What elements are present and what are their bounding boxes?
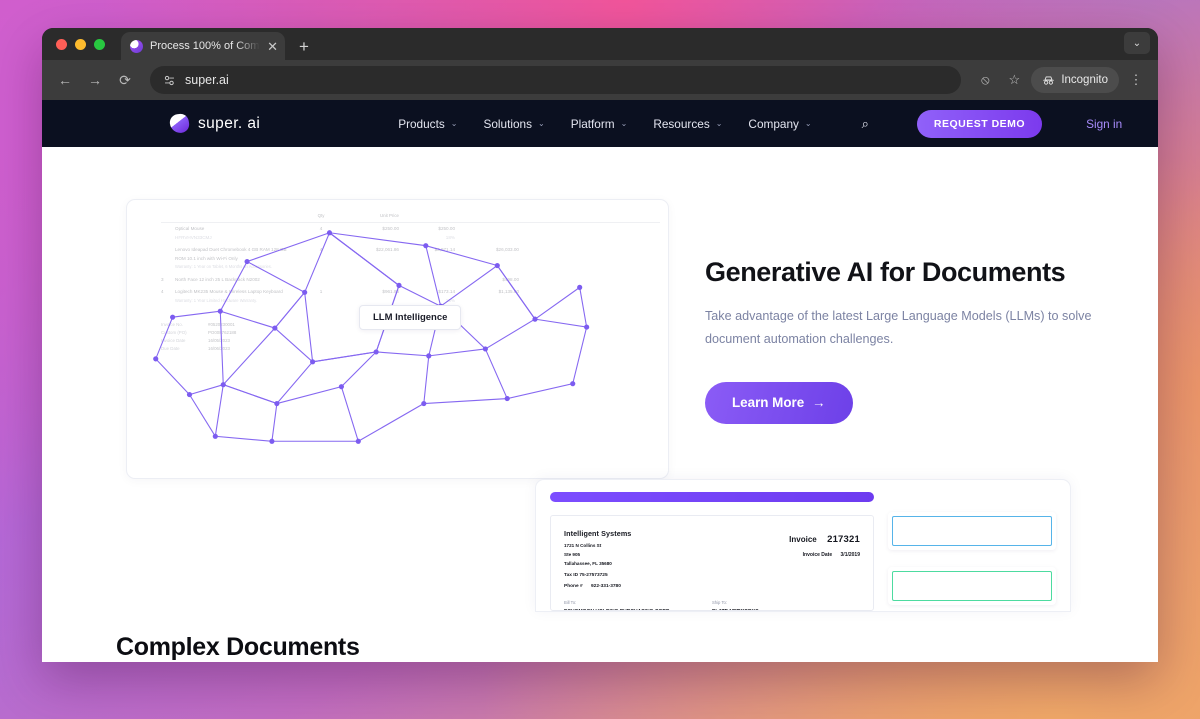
nav-item-resources[interactable]: Resources ⌄ xyxy=(653,117,722,131)
bill-to-body: ECHOMOON HOLDING PURCHASING CORP ATTN : … xyxy=(564,608,712,610)
nav-item-company[interactable]: Company ⌄ xyxy=(748,117,811,131)
browser-tab[interactable]: Process 100% of Complex Do ✕ xyxy=(121,32,285,60)
invoice-preview: Intelligent Systems 1721 N Collins St St… xyxy=(550,492,874,611)
invoice-address-3: Tallahassee, FL 35680 xyxy=(564,561,612,567)
tab-strip: Process 100% of Complex Do ✕ + ⌄ xyxy=(42,28,1158,60)
ship-to-body: PLATE NETWORKS ANDY GARCIA 1133 JOE BATT… xyxy=(712,608,860,610)
page-title: Generative AI for Documents xyxy=(705,257,1066,287)
invoice-date-value: 3/1/2019 xyxy=(840,552,860,559)
document-preview-panel: Intelligent Systems 1721 N Collins St St… xyxy=(535,479,1071,612)
phone-value: 922-331-3780 xyxy=(591,584,621,590)
invoice-address-2: Ste 905 xyxy=(564,551,581,557)
maximize-window-button[interactable] xyxy=(94,38,105,50)
site-navigation-bar: super. ai Products ⌄ Solutions ⌄ Platfor… xyxy=(42,100,1158,147)
panel-progress-bar xyxy=(550,492,874,502)
arrow-right-icon: → xyxy=(812,395,826,411)
nav-item-products[interactable]: Products ⌄ xyxy=(398,117,457,131)
super-ai-favicon xyxy=(130,39,143,53)
chevron-down-icon: ⌄ xyxy=(450,119,458,128)
nav-label: Resources xyxy=(653,116,710,131)
invoice-meta: Invoice 217321 Invoice Date 3/1/2019 xyxy=(789,528,860,591)
ship-to-line: PLATE NETWORKS xyxy=(712,608,860,610)
chevron-down-icon[interactable]: ⌄ xyxy=(1124,32,1150,54)
browser-menu-icon[interactable]: ⋮ xyxy=(1124,68,1148,92)
tab-title: Process 100% of Complex Do xyxy=(150,40,260,52)
close-tab-icon[interactable]: ✕ xyxy=(267,40,278,53)
hero-section: Qty Unit Price Optical Mouse HFRVHVN33CM… xyxy=(42,147,1158,479)
invoice-sender: Intelligent Systems 1721 N Collins St St… xyxy=(564,528,631,591)
site-logo[interactable]: super. ai xyxy=(168,112,261,135)
minimize-window-button[interactable] xyxy=(75,38,86,50)
back-button[interactable]: ← xyxy=(52,67,78,93)
chevron-down-icon: ⌄ xyxy=(804,119,812,128)
ship-to-label: Ship To: xyxy=(712,599,728,605)
nav-links: Products ⌄ Solutions ⌄ Platform ⌄ Resour… xyxy=(398,109,1122,138)
ship-to-block: Ship To: PLATE NETWORKS ANDY GARCIA 1133… xyxy=(712,599,860,610)
invoice-address-1: 1721 N Collins St xyxy=(564,542,602,548)
reload-button[interactable]: ⟳ xyxy=(112,67,138,93)
invoice-number-row: Invoice 217321 xyxy=(789,532,860,547)
bill-to-line: ECHOMOON HOLDING PURCHASING CORP xyxy=(564,608,712,610)
url-text: super.ai xyxy=(185,73,229,87)
bookmark-star-icon[interactable]: ☆ xyxy=(1002,68,1026,92)
nav-item-solutions[interactable]: Solutions ⌄ xyxy=(483,117,544,131)
nav-label: Platform xyxy=(570,116,615,131)
hide-extension-icon[interactable]: ⦸ xyxy=(973,68,997,92)
llm-illustration-card: Qty Unit Price Optical Mouse HFRVHVN33CM… xyxy=(126,199,669,479)
chevron-down-icon: ⌄ xyxy=(538,119,545,128)
extracted-fields-column xyxy=(888,492,1056,611)
super-ai-logo-icon xyxy=(168,112,191,135)
incognito-label: Incognito xyxy=(1061,74,1108,86)
sign-in-link[interactable]: Sign in xyxy=(1086,117,1122,131)
learn-more-button[interactable]: Learn More → xyxy=(705,381,853,424)
section-title: Complex Documents xyxy=(116,633,360,661)
site-settings-icon[interactable] xyxy=(163,74,176,87)
search-icon[interactable]: ⌕ xyxy=(862,116,869,132)
field-input-blue[interactable] xyxy=(892,516,1052,546)
bill-to-block: Bill To: ECHOMOON HOLDING PURCHASING COR… xyxy=(564,599,712,610)
llm-intelligence-chip: LLM Intelligence xyxy=(359,305,462,330)
address-bar[interactable]: super.ai xyxy=(150,66,962,94)
invoice-word: Invoice xyxy=(789,535,817,544)
toolbar-actions: ⦸ ☆ Incognito ⋮ xyxy=(973,67,1148,93)
close-window-button[interactable] xyxy=(56,38,67,50)
invoice-tax-id: Tax ID 75-27573725 xyxy=(564,572,608,578)
brain-network-illustration xyxy=(153,230,590,444)
forward-button[interactable]: → xyxy=(82,67,108,93)
incognito-indicator[interactable]: Incognito xyxy=(1031,67,1119,93)
chevron-down-icon: ⌄ xyxy=(715,119,723,128)
nav-item-platform[interactable]: Platform ⌄ xyxy=(571,117,628,131)
new-tab-button[interactable]: + xyxy=(299,38,309,55)
invoice-number: 217321 xyxy=(827,534,860,545)
hero-copy: Generative AI for Documents Take advanta… xyxy=(705,199,1125,479)
hero-paragraph: Take advantage of the latest Large Langu… xyxy=(705,309,1092,347)
invoice-phone-row: Phone # 922-331-3780 xyxy=(564,583,631,591)
invoice-document: Intelligent Systems 1721 N Collins St St… xyxy=(550,515,874,611)
field-input-green[interactable] xyxy=(892,571,1052,601)
invoice-date-row: Invoice Date 3/1/2019 xyxy=(789,551,860,559)
invoice-date-label: Invoice Date xyxy=(802,552,833,559)
nav-label: Products xyxy=(398,116,445,131)
browser-window: Process 100% of Complex Do ✕ + ⌄ ← → ⟳ s… xyxy=(42,28,1158,662)
page-viewport: super. ai Products ⌄ Solutions ⌄ Platfor… xyxy=(42,100,1158,662)
complex-documents-section: Complex Documents Intelligent Systems 17… xyxy=(42,479,1158,662)
phone-label: Phone # xyxy=(564,584,583,590)
nav-label: Company xyxy=(748,116,799,131)
request-demo-button[interactable]: REQUEST DEMO xyxy=(916,109,1043,138)
bill-to-label: Bill To: xyxy=(564,599,577,605)
logo-text: super. ai xyxy=(198,114,261,132)
invoice-header: Intelligent Systems 1721 N Collins St St… xyxy=(564,528,860,591)
browser-toolbar: ← → ⟳ super.ai ⦸ ☆ Incognito ⋮ xyxy=(42,60,1158,100)
incognito-icon xyxy=(1043,76,1055,85)
window-controls[interactable] xyxy=(54,28,111,60)
extracted-field-green[interactable] xyxy=(888,567,1056,605)
learn-more-label: Learn More xyxy=(732,395,805,411)
extracted-field-blue[interactable] xyxy=(888,512,1056,550)
nav-label: Solutions xyxy=(483,116,532,131)
invoice-parties: Bill To: ECHOMOON HOLDING PURCHASING COR… xyxy=(564,599,860,610)
chevron-down-icon: ⌄ xyxy=(620,119,628,128)
invoice-company: Intelligent Systems xyxy=(564,529,632,538)
